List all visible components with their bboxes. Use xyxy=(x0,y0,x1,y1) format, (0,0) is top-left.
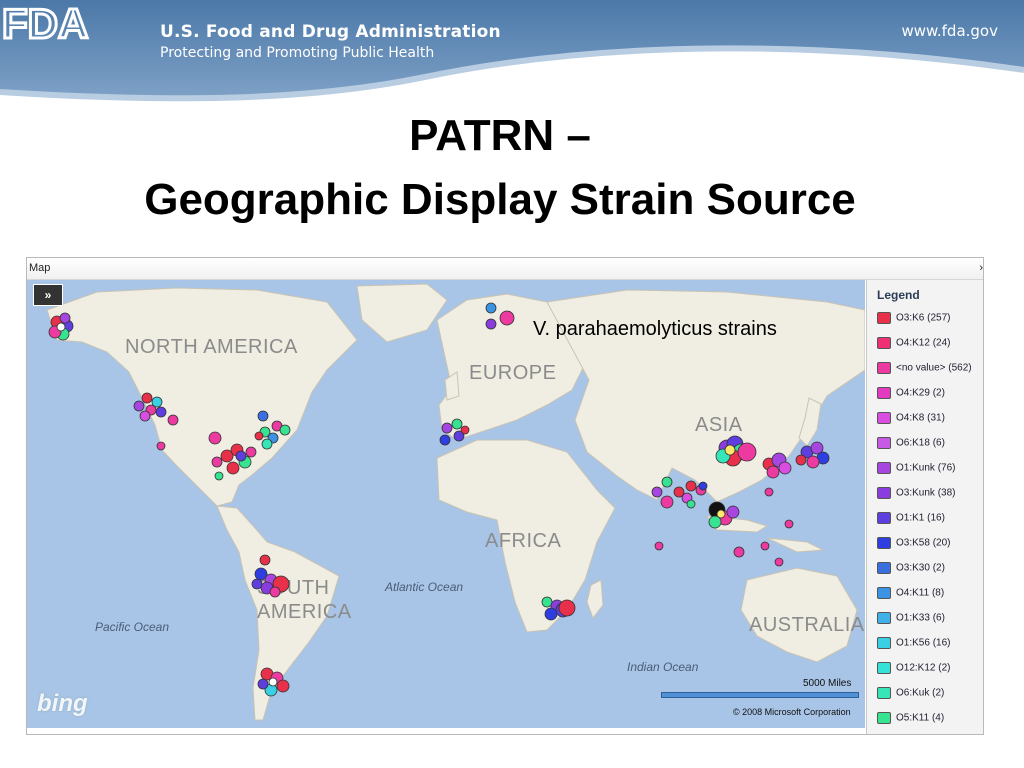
legend-item-label: <no value> (562) xyxy=(896,362,972,374)
legend-item-label: O4:K8 (31) xyxy=(896,412,945,424)
map-panel: Map › NORTH AMERICA EUROPE ASIA AFRICA S… xyxy=(26,257,984,735)
legend-swatch xyxy=(877,487,891,499)
marker-borneo[interactable] xyxy=(733,546,745,558)
marker-cluster-south-america-north[interactable] xyxy=(251,554,290,598)
legend-item-label: O4:K29 (2) xyxy=(896,387,945,399)
world-map[interactable]: NORTH AMERICA EUROPE ASIA AFRICA SOUTH A… xyxy=(27,280,865,728)
panel-title: Map xyxy=(29,262,51,274)
svg-text:FDA: FDA xyxy=(2,0,88,44)
scale-label: 5000 Miles xyxy=(803,678,852,689)
header-banner: FDA U.S. Food and Drug Administration Pr… xyxy=(0,0,1024,110)
legend-item[interactable]: O3:K6 (257) xyxy=(877,312,950,328)
legend-swatch xyxy=(877,662,891,674)
agency-tagline: Protecting and Promoting Public Health xyxy=(160,45,435,61)
strain-markers xyxy=(48,302,830,697)
legend-swatch xyxy=(877,312,891,324)
marker-cluster-pacific-northwest[interactable] xyxy=(133,392,179,451)
header-background xyxy=(0,0,1024,102)
legend-item[interactable]: O12:K12 (2) xyxy=(877,662,950,678)
marker-cluster-gulf-coast[interactable] xyxy=(208,431,257,481)
legend-swatch xyxy=(877,412,891,424)
legend-item[interactable]: O1:K1 (16) xyxy=(877,512,945,528)
legend-swatch xyxy=(877,512,891,524)
legend-item-label: O1:K33 (6) xyxy=(896,612,945,624)
legend-item-label: O1:K1 (16) xyxy=(896,512,945,524)
legend-item[interactable]: O4:K11 (8) xyxy=(877,587,944,603)
marker-cluster-east-coast[interactable] xyxy=(254,410,291,450)
marker-cluster-southeast-asia[interactable] xyxy=(708,501,740,529)
legend-item-label: O4:K12 (24) xyxy=(896,337,951,349)
legend-item[interactable]: O1:K56 (16) xyxy=(877,637,950,653)
marker-cluster-south-america-south[interactable] xyxy=(257,667,290,697)
marker-cluster-japan[interactable] xyxy=(795,441,830,469)
scale-bar xyxy=(661,692,859,698)
legend-item[interactable]: O3:K58 (20) xyxy=(877,537,950,553)
copyright-notice: © 2008 Microsoft Corporation xyxy=(733,707,851,717)
expand-icon[interactable]: › xyxy=(979,258,983,278)
legend-item-label: O3:Kunk (38) xyxy=(896,487,956,499)
legend-item-label: O3:K58 (20) xyxy=(896,537,951,549)
slide-title-line1: PATRN – xyxy=(409,111,591,160)
legend-item[interactable]: O5:K11 (4) xyxy=(877,712,944,728)
legend-item-label: O1:Kunk (76) xyxy=(896,462,956,474)
legend-item[interactable]: O4:K8 (31) xyxy=(877,412,945,428)
legend-swatch xyxy=(877,387,891,399)
legend-panel: Legend O3:K6 (257) O4:K12 (24) <no value> … xyxy=(866,280,983,734)
legend-item[interactable]: <no value> (562) xyxy=(877,362,972,378)
legend-item-label: O1:K56 (16) xyxy=(896,637,951,649)
marker-cluster-india[interactable] xyxy=(651,476,708,509)
legend-swatch xyxy=(877,362,891,374)
site-url[interactable]: www.fda.gov xyxy=(901,22,998,40)
panel-header: Map › xyxy=(27,258,983,280)
legend-item-label: O12:K12 (2) xyxy=(896,662,951,674)
legend-item[interactable]: O3:K30 (2) xyxy=(877,562,945,578)
legend-swatch xyxy=(877,687,891,699)
marker-east-timor[interactable] xyxy=(774,557,784,567)
legend-item-label: O6:K18 (6) xyxy=(896,437,945,449)
legend-swatch xyxy=(877,562,891,574)
marker-sulawesi[interactable] xyxy=(760,541,770,551)
legend-item[interactable]: O6:K18 (6) xyxy=(877,437,945,453)
marker-cluster-china[interactable] xyxy=(715,435,757,467)
legend-swatch xyxy=(877,337,891,349)
legend-swatch xyxy=(877,637,891,649)
marker-philippines[interactable] xyxy=(784,519,794,529)
slide-title-line2: Geographic Display Strain Source xyxy=(144,175,856,224)
legend-item-label: O3:K6 (257) xyxy=(896,312,951,324)
legend-item-label: O6:Kuk (2) xyxy=(896,687,945,699)
navigation-toggle-icon[interactable]: » xyxy=(33,284,63,306)
agency-name: U.S. Food and Drug Administration xyxy=(160,22,501,42)
map-overlay-caption: V. parahaemolyticus strains xyxy=(533,318,777,340)
legend-item[interactable]: O6:Kuk (2) xyxy=(877,687,944,703)
legend-item[interactable]: O4:K12 (24) xyxy=(877,337,950,353)
marker-cluster-alaska[interactable] xyxy=(48,312,74,341)
legend-item-label: O4:K11 (8) xyxy=(896,587,945,599)
fda-logo: FDA xyxy=(1,0,90,44)
legend-item[interactable]: O3:Kunk (38) xyxy=(877,487,955,503)
legend-swatch xyxy=(877,587,891,599)
legend-item[interactable]: O1:K33 (6) xyxy=(877,612,945,628)
legend-swatch xyxy=(877,462,891,474)
marker-cluster-east-asia-coast[interactable] xyxy=(762,452,792,497)
legend-swatch xyxy=(877,612,891,624)
bing-logo: bing xyxy=(37,690,88,717)
legend-title: Legend xyxy=(877,288,920,302)
legend-item-label: O3:K30 (2) xyxy=(896,562,945,574)
marker-cluster-southern-africa[interactable] xyxy=(541,596,576,621)
legend-item[interactable]: O1:Kunk (76) xyxy=(877,462,955,478)
legend-item-label: O5:K11 (4) xyxy=(896,712,945,724)
legend-swatch xyxy=(877,537,891,549)
marker-sri-lanka[interactable] xyxy=(654,541,664,551)
legend-swatch xyxy=(877,712,891,724)
legend-item[interactable]: O4:K29 (2) xyxy=(877,387,945,403)
legend-swatch xyxy=(877,437,891,449)
marker-cluster-scandinavia[interactable] xyxy=(485,302,515,330)
marker-cluster-iberia[interactable] xyxy=(439,418,470,446)
